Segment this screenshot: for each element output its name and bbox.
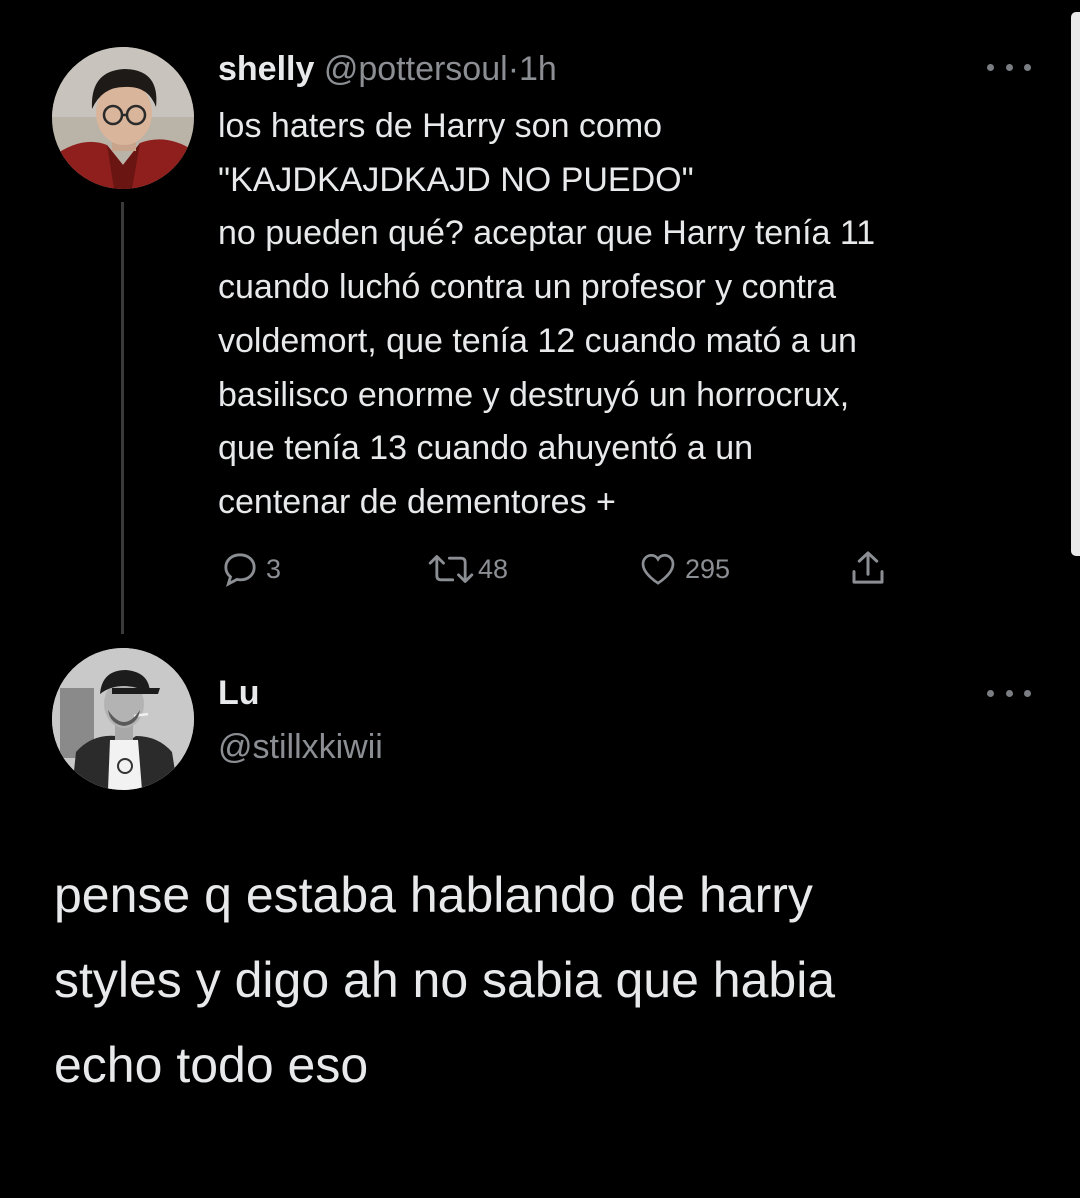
header-separator: · <box>507 50 520 88</box>
reply-button[interactable]: 3 <box>220 547 281 591</box>
tweet-text-line: los haters de Harry son como <box>218 107 663 145</box>
tweet-text-line: voldemort, que tenía 12 cuando mató a un <box>218 321 857 360</box>
share-upload-icon <box>852 551 884 584</box>
tweet-text-line: basilisco enorme y destruyó un horrocrux… <box>218 375 850 414</box>
tweet-text-line: que tenía 13 cuando ahuyentó a un <box>218 429 754 468</box>
like-count: 295 <box>685 553 731 584</box>
share-button[interactable] <box>847 547 889 591</box>
reply-count: 3 <box>266 553 282 584</box>
more-dots-icon[interactable] <box>987 57 1031 77</box>
reply-author-avatar[interactable] <box>52 648 194 790</box>
reply-author-display-name[interactable]: Lu <box>218 671 260 715</box>
author-avatar[interactable] <box>52 47 194 189</box>
author-display-name[interactable]: shelly <box>218 50 314 88</box>
author-handle[interactable]: @pottersoul <box>324 50 508 88</box>
tweet-timestamp[interactable]: 1h <box>519 50 557 88</box>
reply-bubble-icon <box>224 553 256 587</box>
retweet-arrows-icon <box>428 555 474 583</box>
heart-icon <box>641 553 675 585</box>
tweet-text: los haters de Harry son como "KAJDKAJDKA… <box>218 100 1038 530</box>
tweet-header: shelly @pottersoul·1h <box>218 47 557 91</box>
retweet-button[interactable]: 48 <box>426 547 508 591</box>
tweet-text-line: centenar de dementores + <box>218 482 616 521</box>
reply-text: pense q estaba hablando de harry styles … <box>54 853 1054 1108</box>
reply-text-line: pense q estaba hablando de harry <box>54 867 813 923</box>
more-dots-icon[interactable] <box>987 683 1031 703</box>
like-button[interactable]: 295 <box>637 547 730 591</box>
scrollbar[interactable] <box>1071 12 1080 556</box>
thread-connector-line <box>121 202 124 634</box>
tweet-text-line: cuando luchó contra un profesor y contra <box>218 268 837 307</box>
reply-text-line: echo todo eso <box>54 1037 369 1093</box>
retweet-count: 48 <box>478 553 509 584</box>
tweet-text-line: no pueden qué? aceptar que Harry tenía 1… <box>218 214 876 253</box>
reply-author-handle[interactable]: @stillxkiwii <box>218 725 383 769</box>
tweet-text-line: "KAJDKAJDKAJD NO PUEDO" <box>218 160 694 199</box>
reply-text-line: styles y digo ah no sabia que habia <box>54 952 836 1008</box>
